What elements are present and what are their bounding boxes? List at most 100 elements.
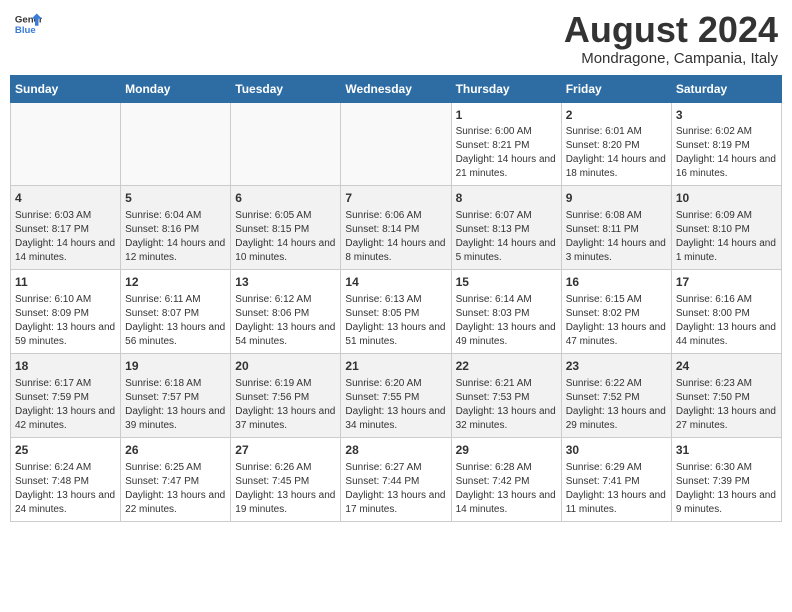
calendar-cell: 20 Sunrise: 6:19 AMSunset: 7:56 PMDayligh… <box>231 353 341 437</box>
day-number: 24 <box>676 358 777 375</box>
calendar-cell: 14 Sunrise: 6:13 AMSunset: 8:05 PMDayligh… <box>341 270 451 354</box>
calendar-cell: 6 Sunrise: 6:05 AMSunset: 8:15 PMDaylight… <box>231 186 341 270</box>
day-info: Sunrise: 6:26 AMSunset: 7:45 PMDaylight:… <box>235 461 336 517</box>
logo-icon: General Blue <box>14 10 42 38</box>
calendar-cell: 15Sunrise: 6:14 AMSunset: 8:03 PMDayligh… <box>451 270 561 354</box>
logo: General Blue <box>14 10 42 38</box>
day-number: 4 <box>15 190 116 207</box>
calendar-cell: 4 Sunrise: 6:03 AMSunset: 8:17 PMDaylight… <box>11 186 121 270</box>
day-info: Sunrise: 6:15 AMSunset: 8:02 PMDaylight:… <box>566 293 667 349</box>
calendar-cell: 23Sunrise: 6:22 AMSunset: 7:52 PMDayligh… <box>561 353 671 437</box>
week-row-3: 11 Sunrise: 6:10 AMSunset: 8:09 PMDayligh… <box>11 270 782 354</box>
day-info: Sunrise: 6:04 AMSunset: 8:16 PMDaylight:… <box>125 209 226 265</box>
week-row-2: 4 Sunrise: 6:03 AMSunset: 8:17 PMDaylight… <box>11 186 782 270</box>
day-info: Sunrise: 6:28 AMSunset: 7:42 PMDaylight:… <box>456 461 557 517</box>
day-header-saturday: Saturday <box>671 75 781 102</box>
calendar-cell: 30 Sunrise: 6:29 AMSunset: 7:41 PMDayligh… <box>561 437 671 521</box>
day-info: Sunrise: 6:00 AMSunset: 8:21 PMDaylight:… <box>456 125 557 181</box>
calendar-cell: 27Sunrise: 6:26 AMSunset: 7:45 PMDayligh… <box>231 437 341 521</box>
day-number: 11 <box>15 274 116 291</box>
day-number: 19 <box>125 358 226 375</box>
day-number: 30 <box>566 442 667 459</box>
day-number: 18 <box>15 358 116 375</box>
day-number: 1 <box>456 107 557 124</box>
day-header-friday: Friday <box>561 75 671 102</box>
calendar-cell: 10Sunrise: 6:09 AMSunset: 8:10 PMDayligh… <box>671 186 781 270</box>
calendar-cell: 16 Sunrise: 6:15 AMSunset: 8:02 PMDayligh… <box>561 270 671 354</box>
day-info: Sunrise: 6:13 AMSunset: 8:05 PMDaylight:… <box>345 293 446 349</box>
day-number: 31 <box>676 442 777 459</box>
day-info: Sunrise: 6:29 AMSunset: 7:41 PMDaylight:… <box>566 461 667 517</box>
day-number: 6 <box>235 190 336 207</box>
day-info: Sunrise: 6:23 AMSunset: 7:50 PMDaylight:… <box>676 377 777 433</box>
calendar-cell <box>341 102 451 186</box>
calendar-cell: 3Sunrise: 6:02 AMSunset: 8:19 PMDaylight… <box>671 102 781 186</box>
header-row: SundayMondayTuesdayWednesdayThursdayFrid… <box>11 75 782 102</box>
day-info: Sunrise: 6:11 AMSunset: 8:07 PMDaylight:… <box>125 293 226 349</box>
day-header-sunday: Sunday <box>11 75 121 102</box>
day-number: 8 <box>456 190 557 207</box>
location-subtitle: Mondragone, Campania, Italy <box>564 50 778 67</box>
calendar-cell: 7 Sunrise: 6:06 AMSunset: 8:14 PMDaylight… <box>341 186 451 270</box>
day-number: 15 <box>456 274 557 291</box>
day-info: Sunrise: 6:09 AMSunset: 8:10 PMDaylight:… <box>676 209 777 265</box>
day-info: Sunrise: 6:01 AMSunset: 8:20 PMDaylight:… <box>566 125 667 181</box>
calendar-cell <box>121 102 231 186</box>
title-area: August 2024 Mondragone, Campania, Italy <box>564 10 778 67</box>
day-header-wednesday: Wednesday <box>341 75 451 102</box>
day-number: 3 <box>676 107 777 124</box>
day-number: 22 <box>456 358 557 375</box>
day-number: 16 <box>566 274 667 291</box>
day-number: 21 <box>345 358 446 375</box>
day-info: Sunrise: 6:05 AMSunset: 8:15 PMDaylight:… <box>235 209 336 265</box>
day-info: Sunrise: 6:07 AMSunset: 8:13 PMDaylight:… <box>456 209 557 265</box>
day-number: 13 <box>235 274 336 291</box>
calendar-table: SundayMondayTuesdayWednesdayThursdayFrid… <box>10 75 782 522</box>
calendar-cell: 18 Sunrise: 6:17 AMSunset: 7:59 PMDayligh… <box>11 353 121 437</box>
calendar-cell: 25Sunrise: 6:24 AMSunset: 7:48 PMDayligh… <box>11 437 121 521</box>
calendar-cell: 21 Sunrise: 6:20 AMSunset: 7:55 PMDayligh… <box>341 353 451 437</box>
week-row-4: 18 Sunrise: 6:17 AMSunset: 7:59 PMDayligh… <box>11 353 782 437</box>
calendar-cell: 26 Sunrise: 6:25 AMSunset: 7:47 PMDayligh… <box>121 437 231 521</box>
day-number: 5 <box>125 190 226 207</box>
day-header-monday: Monday <box>121 75 231 102</box>
day-info: Sunrise: 6:06 AMSunset: 8:14 PMDaylight:… <box>345 209 446 265</box>
day-info: Sunrise: 6:03 AMSunset: 8:17 PMDaylight:… <box>15 209 116 265</box>
day-number: 20 <box>235 358 336 375</box>
calendar-cell: 17Sunrise: 6:16 AMSunset: 8:00 PMDayligh… <box>671 270 781 354</box>
day-number: 29 <box>456 442 557 459</box>
day-number: 2 <box>566 107 667 124</box>
day-header-tuesday: Tuesday <box>231 75 341 102</box>
day-info: Sunrise: 6:17 AMSunset: 7:59 PMDaylight:… <box>15 377 116 433</box>
calendar-cell: 9Sunrise: 6:08 AMSunset: 8:11 PMDaylight… <box>561 186 671 270</box>
day-info: Sunrise: 6:10 AMSunset: 8:09 PMDaylight:… <box>15 293 116 349</box>
day-info: Sunrise: 6:20 AMSunset: 7:55 PMDaylight:… <box>345 377 446 433</box>
calendar-cell: 11 Sunrise: 6:10 AMSunset: 8:09 PMDayligh… <box>11 270 121 354</box>
week-row-1: 1Sunrise: 6:00 AMSunset: 8:21 PMDaylight… <box>11 102 782 186</box>
week-row-5: 25Sunrise: 6:24 AMSunset: 7:48 PMDayligh… <box>11 437 782 521</box>
day-info: Sunrise: 6:30 AMSunset: 7:39 PMDaylight:… <box>676 461 777 517</box>
month-title: August 2024 <box>564 10 778 50</box>
calendar-cell: 2Sunrise: 6:01 AMSunset: 8:20 PMDaylight… <box>561 102 671 186</box>
calendar-cell <box>231 102 341 186</box>
day-info: Sunrise: 6:02 AMSunset: 8:19 PMDaylight:… <box>676 125 777 181</box>
svg-text:Blue: Blue <box>15 25 36 36</box>
day-number: 14 <box>345 274 446 291</box>
day-number: 7 <box>345 190 446 207</box>
day-number: 12 <box>125 274 226 291</box>
calendar-cell: 8 Sunrise: 6:07 AMSunset: 8:13 PMDaylight… <box>451 186 561 270</box>
day-info: Sunrise: 6:16 AMSunset: 8:00 PMDaylight:… <box>676 293 777 349</box>
day-info: Sunrise: 6:19 AMSunset: 7:56 PMDaylight:… <box>235 377 336 433</box>
day-info: Sunrise: 6:22 AMSunset: 7:52 PMDaylight:… <box>566 377 667 433</box>
calendar-cell: 22 Sunrise: 6:21 AMSunset: 7:53 PMDayligh… <box>451 353 561 437</box>
day-info: Sunrise: 6:25 AMSunset: 7:47 PMDaylight:… <box>125 461 226 517</box>
day-info: Sunrise: 6:18 AMSunset: 7:57 PMDaylight:… <box>125 377 226 433</box>
calendar-cell: 24 Sunrise: 6:23 AMSunset: 7:50 PMDayligh… <box>671 353 781 437</box>
day-number: 26 <box>125 442 226 459</box>
calendar-cell: 29 Sunrise: 6:28 AMSunset: 7:42 PMDayligh… <box>451 437 561 521</box>
day-number: 25 <box>15 442 116 459</box>
calendar-cell <box>11 102 121 186</box>
calendar-cell: 12 Sunrise: 6:11 AMSunset: 8:07 PMDayligh… <box>121 270 231 354</box>
calendar-cell: 31 Sunrise: 6:30 AMSunset: 7:39 PMDayligh… <box>671 437 781 521</box>
day-info: Sunrise: 6:21 AMSunset: 7:53 PMDaylight:… <box>456 377 557 433</box>
